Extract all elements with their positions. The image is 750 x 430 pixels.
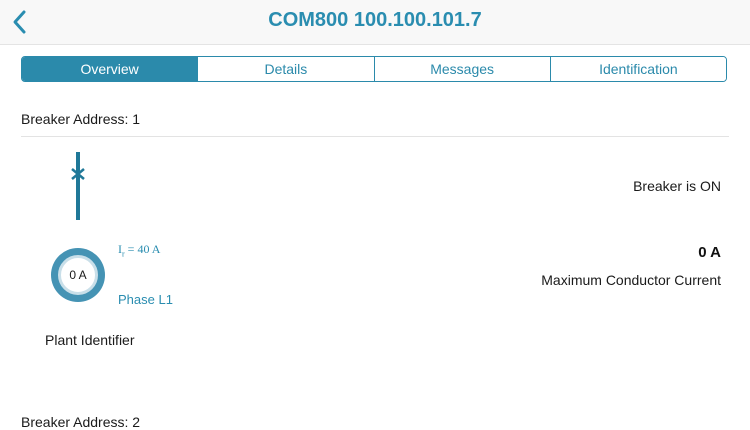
current-gauge: 0 A: [51, 248, 105, 302]
tab-overview[interactable]: Overview: [22, 57, 198, 81]
segmented-control: Overview Details Messages Identification: [21, 56, 727, 82]
page-title: COM800 100.100.101.7: [268, 9, 482, 31]
max-current-label: Maximum Conductor Current: [541, 272, 721, 288]
phase-label: Phase L1: [118, 292, 173, 307]
gauge-value: 0 A: [58, 255, 98, 295]
tab-identification[interactable]: Identification: [549, 57, 726, 81]
section-divider: [21, 136, 729, 137]
tab-messages[interactable]: Messages: [373, 57, 550, 81]
tab-details[interactable]: Details: [197, 57, 374, 81]
plant-identifier-label: Plant Identifier: [45, 332, 135, 348]
next-breaker-address-label: Breaker Address: 2: [21, 414, 141, 430]
max-current-value: 0 A: [698, 244, 721, 261]
breaker-switch-icon: [71, 152, 85, 220]
rated-current-value: = 40 A: [124, 242, 161, 256]
breaker-status: Breaker is ON: [633, 178, 721, 194]
rated-current: Ir = 40 A: [118, 242, 160, 258]
breaker-address-label: Breaker Address: 1: [21, 111, 141, 127]
navigation-bar: COM800 100.100.101.7: [0, 0, 750, 45]
